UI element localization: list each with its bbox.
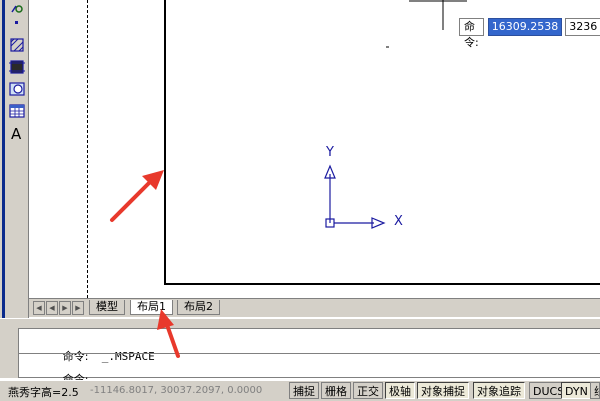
tab-layout2[interactable]: 布局2 bbox=[177, 300, 220, 315]
lineweight-button[interactable]: 线 bbox=[590, 382, 600, 399]
tab-layout1[interactable]: 布局1 bbox=[130, 300, 173, 315]
toolbar-edge bbox=[2, 0, 5, 318]
text-height-status: 燕秀字高=2.5 bbox=[8, 386, 79, 399]
next-tab-button[interactable]: ▶ bbox=[59, 301, 71, 315]
tab-model[interactable]: 模型 bbox=[89, 300, 125, 315]
dynamic-input-value-2[interactable]: 3236 bbox=[565, 18, 600, 36]
left-toolbar: A bbox=[0, 0, 29, 318]
viewport-boundary-line bbox=[87, 0, 88, 298]
command-separator bbox=[19, 353, 600, 354]
gradient-icon[interactable] bbox=[8, 58, 26, 76]
point-marker bbox=[386, 46, 389, 48]
ucs-y-label: Y bbox=[326, 145, 334, 160]
ucs-x-label: X bbox=[394, 214, 403, 229]
grid-button[interactable]: 栅格 bbox=[321, 382, 351, 399]
last-tab-button[interactable]: ▶ bbox=[72, 301, 84, 315]
table-icon[interactable] bbox=[8, 102, 26, 120]
region-icon[interactable] bbox=[8, 80, 26, 98]
text-icon[interactable]: A bbox=[8, 124, 26, 142]
dynamic-input-label: 命令: bbox=[459, 18, 484, 49]
point-icon[interactable] bbox=[8, 14, 26, 32]
ortho-button[interactable]: 正交 bbox=[353, 382, 383, 399]
osnap-button[interactable]: 对象捕捉 bbox=[417, 382, 469, 399]
svg-text:A: A bbox=[11, 125, 22, 141]
otrack-button[interactable]: 对象追踪 bbox=[473, 382, 525, 399]
command-history: 命令: _.MSPACE 命令: bbox=[18, 328, 600, 386]
drawing-area[interactable]: Y X bbox=[29, 0, 600, 298]
status-bar: 燕秀字高=2.5 -11146.8017, 30037.2097, 0.0000… bbox=[0, 380, 600, 401]
snap-button[interactable]: 捕捉 bbox=[289, 382, 319, 399]
first-tab-button[interactable]: ◀ bbox=[33, 301, 45, 315]
layout-tabs-bar: ◀ ◀ ▶ ▶ 模型 布局1 布局2 bbox=[29, 298, 600, 317]
polar-button[interactable]: 极轴 bbox=[385, 382, 415, 399]
dynamic-input-value[interactable]: 16309.2538 bbox=[487, 18, 563, 36]
coordinates-readout: -11146.8017, 30037.2097, 0.0000 bbox=[90, 385, 263, 396]
prev-tab-button[interactable]: ◀ bbox=[46, 301, 58, 315]
dynamic-input-tooltip: 命令: 16309.2538 3236 bbox=[459, 18, 600, 49]
command-window: 命令: _.MSPACE 命令: bbox=[0, 326, 600, 386]
dyn-button[interactable]: DYN bbox=[561, 382, 592, 399]
hatch-icon[interactable] bbox=[8, 36, 26, 54]
